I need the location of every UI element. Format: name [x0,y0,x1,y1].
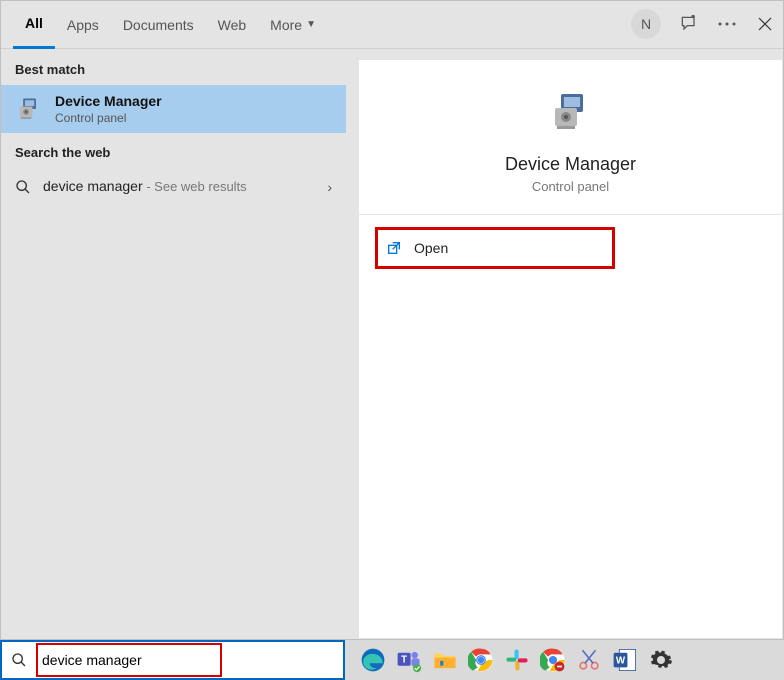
slack-icon[interactable] [503,646,531,674]
tab-more[interactable]: More ▼ [258,1,328,49]
web-hint: - See web results [143,179,247,194]
search-icon [15,179,31,195]
section-best-match: Best match [1,50,346,85]
chrome-canary-icon[interactable] [539,646,567,674]
edge-icon[interactable] [359,646,387,674]
result-text: Device Manager Control panel [55,93,162,125]
web-query: device manager [43,178,143,194]
options-icon[interactable] [717,14,737,34]
feedback-icon[interactable] [679,14,699,34]
device-manager-icon [15,95,43,123]
preview-header: Device Manager Control panel [359,60,782,215]
result-subtitle: Control panel [55,111,162,125]
open-external-icon [386,240,402,256]
web-search-result[interactable]: device manager - See web results › [1,168,346,206]
tab-all[interactable]: All [13,1,55,49]
teams-icon[interactable]: T [395,646,423,674]
search-icon [2,652,36,668]
chevron-right-icon: › [327,179,332,195]
windows-search-panel: All Apps Documents Web More ▼ N Best mat… [0,0,784,640]
chrome-icon[interactable] [467,646,495,674]
section-search-web: Search the web [1,133,346,168]
user-avatar[interactable]: N [631,9,661,39]
open-button[interactable]: Open [375,227,615,269]
taskbar-apps: T W [359,646,675,674]
open-label: Open [414,240,448,256]
header-actions: N [631,9,775,39]
search-input[interactable] [42,652,216,668]
taskbar-search[interactable] [0,640,345,680]
result-title: Device Manager [55,93,162,109]
tab-apps[interactable]: Apps [55,1,111,49]
tab-documents[interactable]: Documents [111,1,206,49]
preview-subtitle: Control panel [532,179,609,194]
svg-text:T: T [401,654,407,665]
svg-text:W: W [616,655,626,666]
results-list: Best match Device Manager Control panel … [1,50,346,639]
snipping-tool-icon[interactable] [575,646,603,674]
settings-icon[interactable] [647,646,675,674]
device-manager-icon [547,88,595,136]
preview-title: Device Manager [505,154,636,175]
tab-more-label: More [270,17,302,33]
chevron-down-icon: ▼ [306,19,316,30]
file-explorer-icon[interactable] [431,646,459,674]
taskbar: T W [0,640,784,680]
word-icon[interactable]: W [611,646,639,674]
result-device-manager[interactable]: Device Manager Control panel [1,85,346,133]
preview-pane: Device Manager Control panel Open [359,60,782,638]
close-icon[interactable] [755,14,775,34]
tab-web[interactable]: Web [206,1,259,49]
